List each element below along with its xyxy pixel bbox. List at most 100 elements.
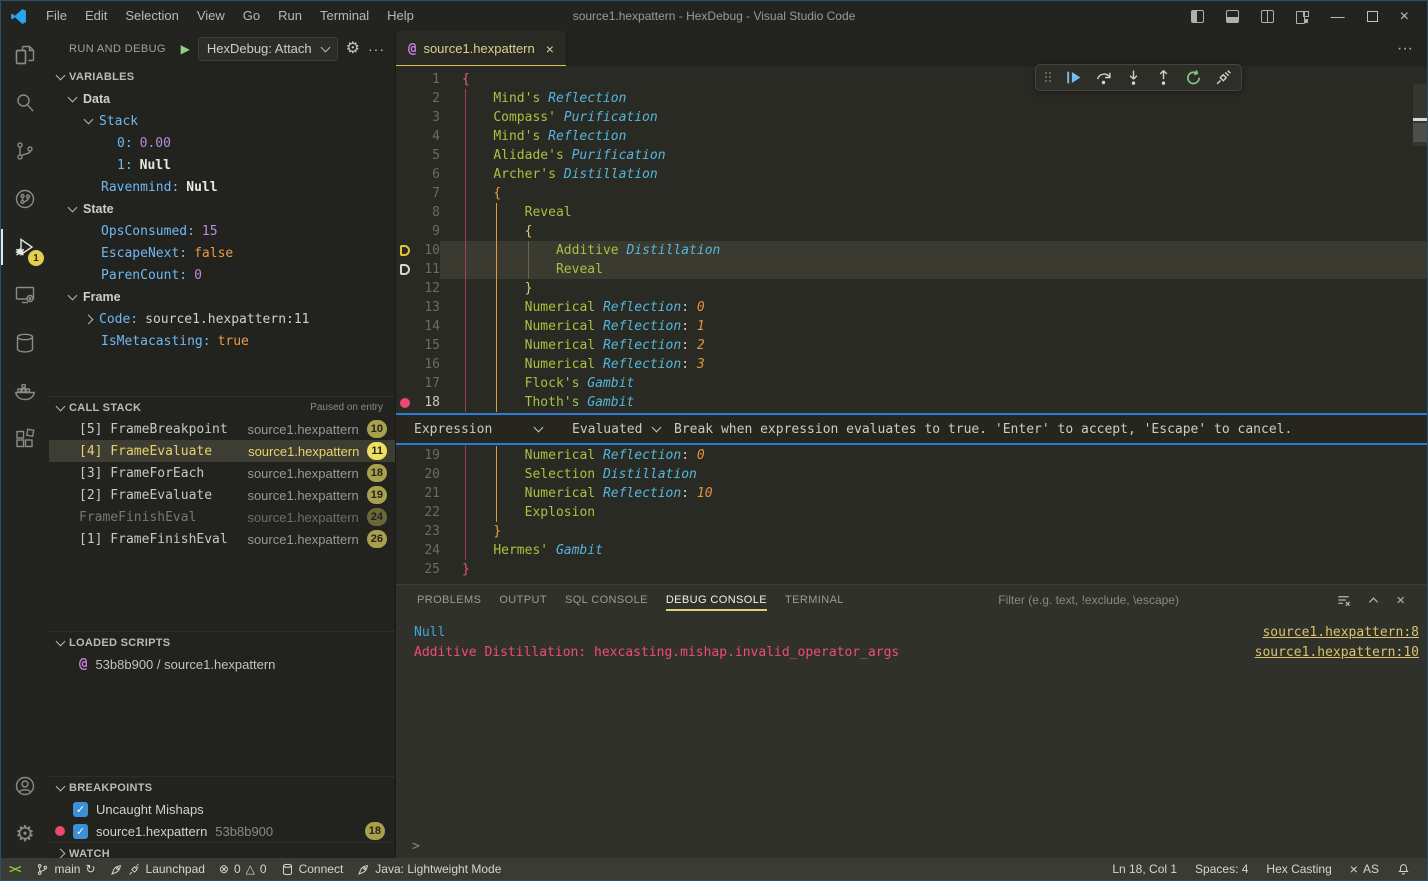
checkbox-checked-icon[interactable]: ✓ — [73, 824, 88, 839]
more-actions-icon[interactable]: ··· — [368, 41, 385, 57]
gutter[interactable] — [396, 245, 414, 256]
menu-help[interactable]: Help — [378, 1, 423, 31]
breakpoint-row[interactable]: ✓Uncaught Mishaps — [49, 798, 395, 820]
variables-header[interactable]: VARIABLES — [49, 66, 395, 88]
disconnect-button[interactable] — [1215, 69, 1232, 86]
evaluated-select[interactable]: Evaluated — [572, 422, 660, 437]
close-tab-icon[interactable]: × — [546, 41, 554, 57]
step-into-button[interactable] — [1125, 69, 1142, 86]
call-stack-frame[interactable]: [5] FrameBreakpointsource1.hexpattern10 — [49, 418, 395, 440]
expression-hint[interactable]: Break when expression evaluates to true.… — [674, 422, 1292, 437]
activity-item-remote-explorer[interactable] — [1, 271, 49, 319]
code-editor[interactable]: 1{2Mind's Reflection3Compass' Purificati… — [396, 66, 1427, 584]
variable-row[interactable]: 0: 0.00 — [49, 132, 395, 154]
variable-row[interactable]: EscapeNext: false — [49, 242, 395, 264]
menu-go[interactable]: Go — [234, 1, 269, 31]
close-panel-icon[interactable]: × — [1396, 593, 1405, 608]
status-as-indicator[interactable]: ×AS — [1343, 858, 1386, 880]
console-source-link[interactable]: source1.hexpattern:10 — [1255, 645, 1419, 660]
status-git-branch[interactable]: main↻ — [29, 858, 102, 880]
menu-view[interactable]: View — [188, 1, 234, 31]
status-problems[interactable]: ⊗0△0 — [212, 858, 274, 880]
code-text: } — [462, 562, 470, 577]
activity-item-settings[interactable]: ⚙ — [1, 810, 49, 858]
activity-item-accounts[interactable] — [1, 762, 49, 810]
gutter[interactable] — [396, 264, 414, 275]
activity-item-run-and-debug[interactable]: 1 — [1, 223, 49, 271]
console-input-prompt[interactable]: > — [412, 839, 420, 854]
continue-button[interactable] — [1065, 69, 1082, 86]
drag-handle-icon[interactable] — [1045, 72, 1052, 83]
loaded-scripts-header[interactable]: LOADED SCRIPTS — [49, 631, 395, 653]
tab-source1-hexpattern[interactable]: @ source1.hexpattern × — [396, 31, 567, 66]
activity-item-database[interactable] — [1, 319, 49, 367]
console-filter-input[interactable] — [996, 592, 1326, 608]
variable-row[interactable]: ParenCount: 0 — [49, 264, 395, 286]
panel-tab-debug-console[interactable]: DEBUG CONSOLE — [657, 586, 776, 615]
launch-config-select[interactable]: HexDebug: Attach — [198, 37, 338, 61]
status-language-mode[interactable]: Hex Casting — [1259, 858, 1338, 880]
variable-row[interactable]: Frame — [49, 286, 395, 308]
call-stack-frame[interactable]: [3] FrameForEachsource1.hexpattern18 — [49, 462, 395, 484]
step-over-button[interactable] — [1095, 69, 1112, 86]
minimize-icon[interactable]: — — [1331, 10, 1345, 23]
call-stack-frame[interactable]: [2] FrameEvaluatesource1.hexpattern19 — [49, 484, 395, 506]
variable-row[interactable]: Stack — [49, 110, 395, 132]
expression-type-select[interactable]: Expression — [414, 422, 542, 437]
restart-button[interactable] — [1185, 69, 1202, 86]
call-stack-header[interactable]: CALL STACK Paused on entry — [49, 396, 395, 418]
activity-item-gitlens[interactable] — [1, 175, 49, 223]
status-indentation[interactable]: Spaces: 4 — [1188, 858, 1255, 880]
panel-tab-sql-console[interactable]: SQL CONSOLE — [556, 586, 657, 615]
call-stack-frame[interactable]: FrameFinishEvalsource1.hexpattern24 — [49, 506, 395, 528]
menu-edit[interactable]: Edit — [76, 1, 116, 31]
activity-item-search[interactable] — [1, 79, 49, 127]
panel-tab-terminal[interactable]: TERMINAL — [776, 586, 853, 615]
variable-row[interactable]: State — [49, 198, 395, 220]
close-window-icon[interactable]: × — [1400, 10, 1409, 23]
maximize-panel-icon[interactable] — [1366, 593, 1381, 608]
status-cursor-position[interactable]: Ln 18, Col 1 — [1105, 858, 1184, 880]
toggle-secondary-sidebar-icon[interactable] — [1261, 10, 1274, 23]
call-stack-frame[interactable]: [4] FrameEvaluatesource1.hexpattern11 — [49, 440, 395, 462]
customize-layout-icon[interactable] — [1296, 10, 1309, 23]
toggle-panel-icon[interactable] — [1226, 10, 1239, 23]
variable-row[interactable]: Ravenmind: Null — [49, 176, 395, 198]
console-source-link[interactable]: source1.hexpattern:8 — [1262, 625, 1419, 640]
status-notifications[interactable] — [1390, 858, 1417, 880]
variable-row[interactable]: 1: Null — [49, 154, 395, 176]
activity-item-source-control[interactable] — [1, 127, 49, 175]
watch-header[interactable]: WATCH — [49, 842, 395, 858]
breakpoint-row[interactable]: ✓source1.hexpattern53b8b90018 — [49, 820, 395, 842]
clear-all-icon[interactable] — [1336, 593, 1351, 608]
menu-run[interactable]: Run — [269, 1, 311, 31]
call-stack-frame[interactable]: [1] FrameFinishEvalsource1.hexpattern26 — [49, 528, 395, 550]
loaded-script-item[interactable]: @53b8b900 / source1.hexpattern — [49, 653, 395, 675]
maximize-icon[interactable] — [1367, 11, 1378, 22]
activity-item-docker[interactable] — [1, 367, 49, 415]
activity-item-explorer[interactable] — [1, 31, 49, 79]
panel-tab-problems[interactable]: PROBLEMS — [408, 586, 490, 615]
variable-row[interactable]: IsMetacasting: true — [49, 330, 395, 352]
variable-row[interactable]: Code: source1.hexpattern:11 — [49, 308, 395, 330]
status-launchpad[interactable]: Launchpad — [103, 858, 212, 880]
editor-more-actions-icon[interactable]: ··· — [1397, 31, 1427, 66]
gear-icon[interactable]: ⚙ — [346, 38, 360, 60]
variable-row[interactable]: Data — [49, 88, 395, 110]
variable-row[interactable]: OpsConsumed: 15 — [49, 220, 395, 242]
menu-terminal[interactable]: Terminal — [311, 1, 378, 31]
start-debug-icon[interactable]: ▶ — [181, 42, 190, 56]
breakpoint-dot-icon[interactable] — [400, 398, 410, 408]
activity-item-extensions[interactable] — [1, 415, 49, 463]
menu-file[interactable]: File — [37, 1, 76, 31]
status-remote-indicator[interactable]: >< — [1, 858, 29, 880]
toggle-sidebar-icon[interactable] — [1191, 10, 1204, 23]
checkbox-checked-icon[interactable]: ✓ — [73, 802, 88, 817]
step-out-button[interactable] — [1155, 69, 1172, 86]
breakpoints-header[interactable]: BREAKPOINTS — [49, 776, 395, 798]
status-connect[interactable]: Connect — [274, 858, 351, 880]
panel-tab-output[interactable]: OUTPUT — [490, 586, 556, 615]
status-java-mode[interactable]: Java: Lightweight Mode — [350, 858, 508, 880]
menu-selection[interactable]: Selection — [116, 1, 187, 31]
gutter[interactable] — [396, 398, 414, 408]
